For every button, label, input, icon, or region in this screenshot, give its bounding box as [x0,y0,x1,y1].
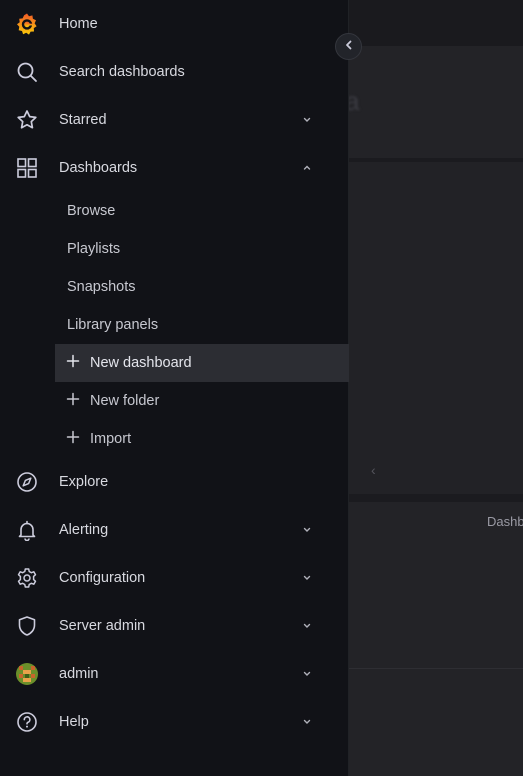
avatar [14,662,40,686]
background-panel [349,162,523,494]
grafana-logo-icon [14,12,40,36]
question-circle-icon [14,710,40,734]
sub-item-new-dashboard[interactable]: New dashboard [55,344,349,382]
sub-label-new-folder: New folder [90,393,160,409]
nav-label-configuration: Configuration [59,570,146,586]
chevron-down-icon[interactable] [300,667,314,681]
nav-item-starred[interactable]: Starred [0,96,349,144]
nav-label-admin: admin [59,666,99,682]
chevron-down-icon[interactable] [300,619,314,633]
sub-label-library-panels: Library panels [67,317,159,333]
background-topbar [349,0,523,46]
compass-icon [14,470,40,494]
sub-item-import[interactable]: Import [55,420,349,458]
nav-item-explore[interactable]: Explore [0,458,349,506]
sub-item-playlists[interactable]: Playlists [55,230,349,268]
nav-item-alerting[interactable]: Alerting [0,506,349,554]
plus-icon [66,430,82,446]
plus-icon [66,354,82,370]
chevron-down-icon[interactable] [300,571,314,585]
sub-label-import: Import [90,431,132,447]
background-panel [349,46,523,158]
nav-item-dashboards[interactable]: Dashboards [0,144,349,192]
nav-label-alerting: Alerting [59,522,109,538]
background-divider [349,668,523,669]
nav-label-home: Home [59,16,98,32]
sub-label-snapshots: Snapshots [67,279,136,295]
sub-label-new-dashboard: New dashboard [90,355,192,371]
shield-icon [14,614,40,638]
sub-item-snapshots[interactable]: Snapshots [55,268,349,306]
sub-item-browse[interactable]: Browse [55,192,349,230]
sub-item-library-panels[interactable]: Library panels [55,306,349,344]
nav-item-help[interactable]: Help [0,698,349,746]
nav-label-explore: Explore [59,474,109,490]
search-icon [14,60,40,84]
chevron-down-icon[interactable] [300,113,314,127]
chevron-up-icon[interactable] [300,161,314,175]
star-icon [14,108,40,132]
bell-icon [14,518,40,542]
sub-label-browse: Browse [67,203,116,219]
background-panel-text: Dashb [487,514,523,529]
cog-icon [14,566,40,590]
nav-label-server-admin: Server admin [59,618,146,634]
background-panel [349,502,523,776]
nav-item-configuration[interactable]: Configuration [0,554,349,602]
nav-item-server-admin[interactable]: Server admin [0,602,349,650]
side-menu: Home Search dashboards Starred Dashboard… [0,0,362,776]
nav-label-dashboards: Dashboards [59,160,138,176]
chevron-down-icon[interactable] [300,523,314,537]
nav-item-search[interactable]: Search dashboards [0,48,349,96]
chevron-down-icon[interactable] [300,715,314,729]
background-chevron-icon: ‹ [371,462,376,478]
plus-icon [66,392,82,408]
nav-label-starred: Starred [59,112,107,128]
apps-grid-icon [14,156,40,180]
nav-item-admin[interactable]: admin [0,650,349,698]
sub-label-playlists: Playlists [67,241,121,257]
nav-item-home[interactable]: Home [0,0,349,48]
nav-label-help: Help [59,714,89,730]
nav-label-search: Search dashboards [59,64,185,80]
sub-item-new-folder[interactable]: New folder [55,382,349,420]
